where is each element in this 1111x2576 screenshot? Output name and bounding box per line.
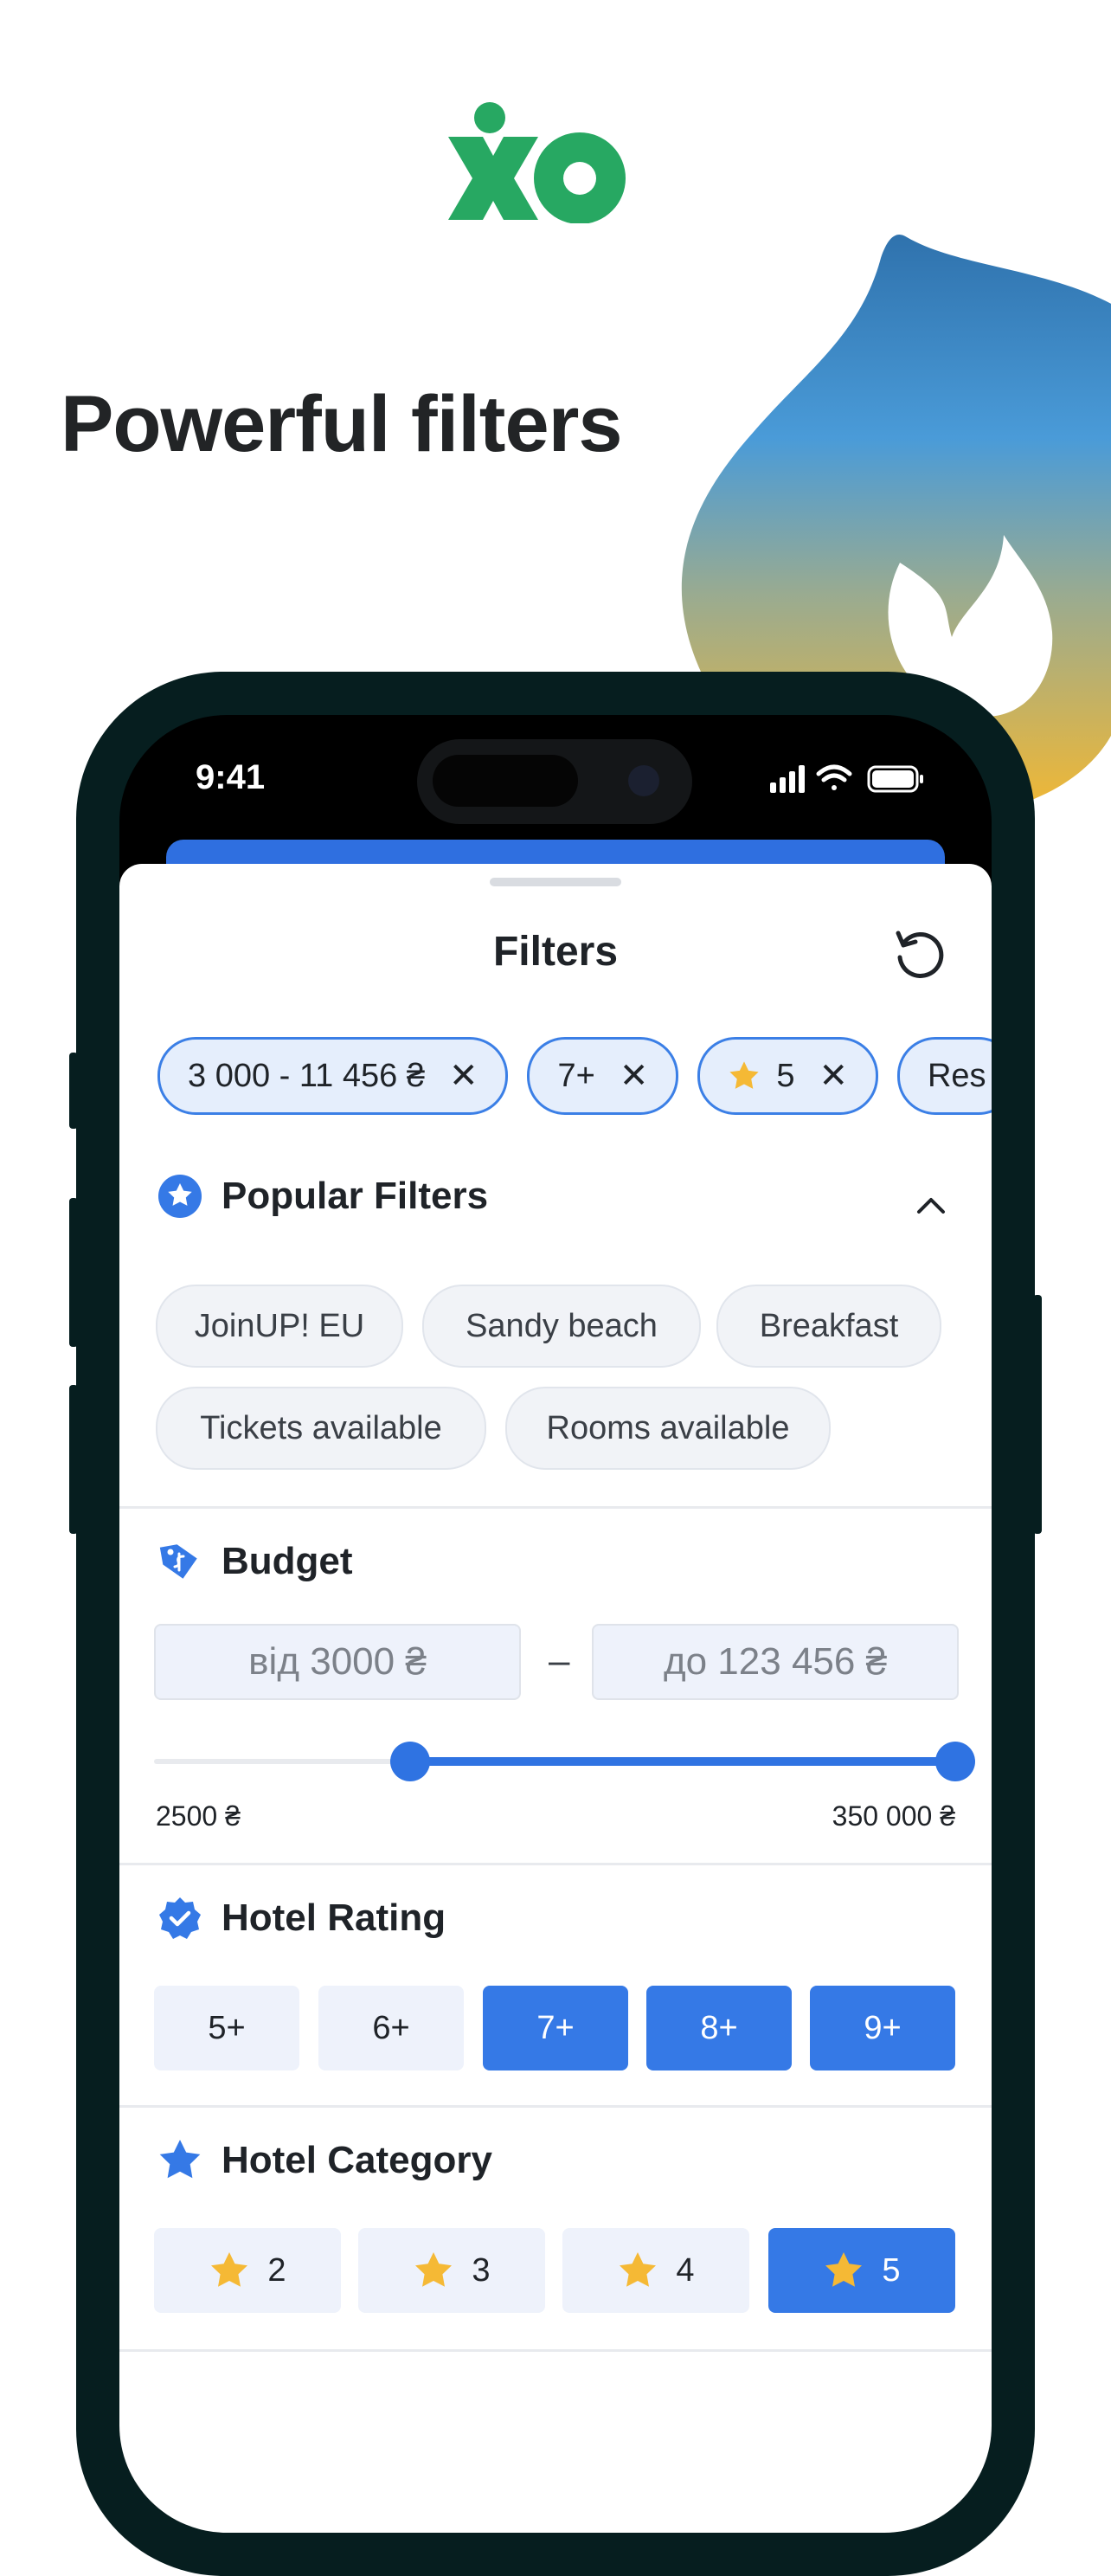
section-title-label: Hotel Category	[222, 2139, 492, 2181]
reset-icon[interactable]	[891, 924, 948, 982]
sheet-grabber[interactable]	[490, 878, 621, 886]
popular-tag-joinup[interactable]: JoinUP! EU	[156, 1285, 403, 1368]
close-icon[interactable]: ✕	[819, 1056, 848, 1096]
category-option-4[interactable]: 4	[562, 2228, 749, 2313]
chip-label: 3 000 - 11 456 ₴	[188, 1057, 425, 1094]
close-icon[interactable]: ✕	[620, 1056, 649, 1096]
budget-to-input[interactable]: до 123 456 ₴	[592, 1624, 959, 1700]
popular-tag-breakfast[interactable]: Breakfast	[716, 1285, 941, 1368]
side-button-volume-up	[69, 1198, 78, 1347]
chip-label: Res	[927, 1057, 986, 1094]
budget-header: Budget	[157, 1539, 353, 1584]
headline: Powerful filters	[61, 380, 623, 468]
chip-label: 5	[776, 1057, 795, 1094]
side-button-silent	[69, 1053, 78, 1129]
budget-slider-fill	[410, 1757, 955, 1766]
rating-option-6[interactable]: 6+	[318, 1986, 464, 2070]
star-icon	[211, 2252, 248, 2287]
category-option-label: 4	[676, 2251, 695, 2289]
star-icon	[825, 2252, 863, 2287]
budget-separator: –	[549, 1639, 570, 1682]
island-pill	[433, 755, 578, 807]
category-option-label: 2	[267, 2251, 286, 2289]
star-icon	[620, 2252, 657, 2287]
side-button-power	[1033, 1295, 1042, 1534]
tag-icon	[159, 1544, 197, 1579]
budget-from-input[interactable]: від 3000 ₴	[154, 1624, 521, 1700]
hotel-category-header: Hotel Category	[157, 2138, 492, 2183]
rating-option-8[interactable]: 8+	[646, 1986, 792, 2070]
phone-screen: 9:41 Filters 3 000 - 11 456 ₴ ✕ 7+ ✕ 5 ✕…	[119, 715, 992, 2533]
side-button-volume-down	[69, 1385, 78, 1534]
rating-option-9[interactable]: 9+	[810, 1986, 955, 2070]
active-filters: 3 000 - 11 456 ₴ ✕ 7+ ✕ 5 ✕ Res	[157, 1037, 992, 1117]
chip-label: 7+	[557, 1057, 595, 1094]
popular-tag-sandy-beach[interactable]: Sandy beach	[422, 1285, 701, 1368]
section-divider	[119, 1506, 992, 1509]
star-icon	[415, 2252, 453, 2287]
active-chip-price[interactable]: 3 000 - 11 456 ₴ ✕	[157, 1037, 509, 1115]
budget-max-label: 350 000 ₴	[832, 1800, 955, 1832]
rating-option-5[interactable]: 5+	[154, 1986, 299, 2070]
section-title-label: Popular Filters	[222, 1175, 489, 1217]
budget-slider-max-handle[interactable]	[935, 1742, 975, 1781]
active-chip-category[interactable]: 5 ✕	[697, 1037, 878, 1115]
section-title-label: Hotel Rating	[222, 1897, 446, 1939]
hotel-rating-header: Hotel Rating	[157, 1896, 446, 1941]
popular-filters-header[interactable]: Popular Filters	[157, 1174, 488, 1219]
category-option-5[interactable]: 5	[768, 2228, 955, 2313]
star-badge-icon	[158, 1175, 202, 1218]
section-title-label: Budget	[222, 1540, 353, 1582]
status-time: 9:41	[196, 758, 266, 796]
category-option-2[interactable]: 2	[154, 2228, 341, 2313]
sheet-title: Filters	[492, 929, 619, 975]
verified-badge-icon	[159, 1897, 201, 1939]
popular-tag-rooms[interactable]: Rooms available	[505, 1387, 831, 1470]
popular-tag-tickets[interactable]: Tickets available	[156, 1387, 486, 1470]
budget-slider-min-handle[interactable]	[390, 1742, 431, 1781]
signal-icon	[770, 765, 805, 793]
category-option-label: 3	[472, 2251, 491, 2289]
chevron-up-icon[interactable]	[912, 1186, 950, 1224]
section-divider	[119, 2105, 992, 2108]
section-divider	[119, 1863, 992, 1865]
category-option-label: 5	[882, 2251, 901, 2289]
brand-logo	[448, 102, 626, 223]
star-icon	[729, 1061, 759, 1089]
battery-icon	[867, 765, 923, 793]
wifi-icon	[816, 764, 852, 790]
active-chip-more[interactable]: Res	[896, 1037, 992, 1115]
close-icon[interactable]: ✕	[449, 1056, 478, 1096]
active-chip-rating[interactable]: 7+ ✕	[527, 1037, 679, 1115]
section-divider	[119, 2349, 992, 2352]
status-icons	[770, 764, 923, 793]
camera-lens	[628, 765, 659, 796]
rating-option-7[interactable]: 7+	[483, 1986, 628, 2070]
filters-sheet: Filters 3 000 - 11 456 ₴ ✕ 7+ ✕ 5 ✕ Res	[119, 864, 992, 2533]
star-icon	[159, 2140, 201, 2179]
dynamic-island	[417, 739, 692, 824]
category-option-3[interactable]: 3	[358, 2228, 545, 2313]
budget-min-label: 2500 ₴	[156, 1800, 241, 1832]
